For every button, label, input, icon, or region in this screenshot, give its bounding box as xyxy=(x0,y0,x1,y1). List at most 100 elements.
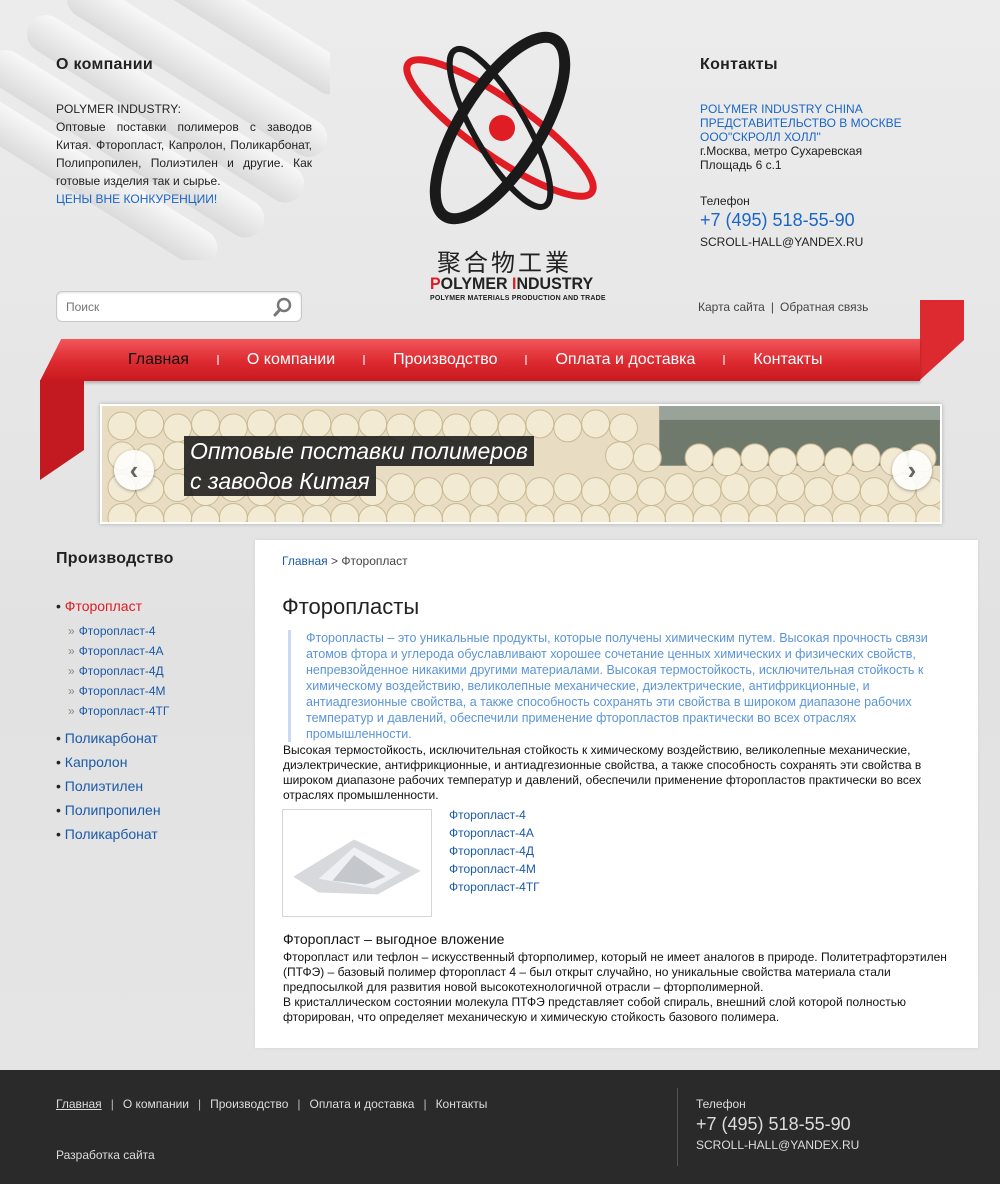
contacts-org-line3: ООО"СКРОЛЛ ХОЛЛ" xyxy=(700,130,821,144)
product-link-item: Фторопласт-4А xyxy=(449,826,540,840)
slider-prev-button[interactable]: ‹ xyxy=(114,450,154,490)
breadcrumb-separator: > xyxy=(331,554,339,568)
submenu-item[interactable]: » Фторопласт-4А xyxy=(68,644,246,658)
top-links-separator: | xyxy=(770,300,774,314)
slider-caption-line2: с заводов Китая xyxy=(184,466,376,496)
about-company: POLYMER INDUSTRY: xyxy=(56,102,181,116)
nav-item-payment-delivery[interactable]: Оплата и доставка xyxy=(527,351,723,369)
sidebar-item-polyethylene[interactable]: • Полиэтилен xyxy=(56,778,246,794)
sidebar-item-kaprolon[interactable]: • Капролон xyxy=(56,754,246,770)
sidebar-item-ftoroplast[interactable]: • Фторопласт xyxy=(56,598,246,614)
contacts-phone[interactable]: +7 (495) 518-55-90 xyxy=(700,210,960,231)
header-about: О компании POLYMER INDUSTRY: Оптовые пос… xyxy=(56,56,312,208)
slider-caption: Оптовые поставки полимеров с заводов Кит… xyxy=(184,436,534,496)
search-icon[interactable] xyxy=(273,297,293,317)
logo-tagline: POLYMER MATERIALS PRODUCTION AND TRADE xyxy=(430,295,606,302)
nav-item-production[interactable]: Производство xyxy=(365,351,525,369)
product-link-item: Фторопласт-4Д xyxy=(449,844,540,858)
sidebar-item-polypropylene[interactable]: • Полипропилен xyxy=(56,802,246,818)
intro-paragraph: Высокая термостойкость, исключительная с… xyxy=(283,743,922,802)
footer-nav-contacts[interactable]: Контакты xyxy=(436,1097,488,1111)
product-link-item: Фторопласт-4ТГ xyxy=(449,880,540,894)
logo-chinese-text: 聚合物工業 xyxy=(437,249,572,277)
contacts-org-line2: ПРЕДСТАВИТЕЛЬСТВО В МОСКВЕ xyxy=(700,116,902,130)
slider-next-button[interactable]: › xyxy=(892,450,932,490)
breadcrumb-home[interactable]: Главная xyxy=(282,554,328,568)
section-subtitle: Фторопласт – выгодное вложение xyxy=(283,931,505,947)
submenu-item[interactable]: » Фторопласт-4М xyxy=(68,684,246,698)
section-paragraph-a: Фторопласт или тефлон – искусственный фт… xyxy=(283,950,947,994)
footer-phone-label: Телефон xyxy=(696,1097,746,1111)
footer: Главная | О компании | Производство | Оплата и… xyxy=(0,1070,1000,1184)
submenu-link[interactable]: Фторопласт-4А xyxy=(79,644,164,658)
contacts-title: Контакты xyxy=(700,56,778,73)
sidebar-item-polycarbonate[interactable]: • Поликарбонат xyxy=(56,730,246,746)
header-contacts: Контакты POLYMER INDUSTRY CHINA ПРЕДСТАВ… xyxy=(700,56,960,249)
submenu-link[interactable]: Фторопласт-4М xyxy=(79,684,166,698)
contacts-address2: Площадь 6 с.1 xyxy=(700,158,782,172)
product-thumbnail[interactable] xyxy=(282,809,432,917)
contacts-org-line1: POLYMER INDUSTRY CHINA xyxy=(700,102,863,116)
product-link[interactable]: Фторопласт-4М xyxy=(449,862,536,876)
sidebar-item-label[interactable]: Капролон xyxy=(65,754,128,770)
contacts-phone-label: Телефон xyxy=(700,194,750,208)
product-link-item: Фторопласт-4М xyxy=(449,862,540,876)
contacts-email[interactable]: SCROLL-HALL@YANDEX.RU xyxy=(700,235,960,249)
submenu-link[interactable]: Фторопласт-4ТГ xyxy=(79,704,170,718)
footer-nav-production[interactable]: Производство xyxy=(210,1097,288,1111)
footer-nav-about[interactable]: О компании xyxy=(123,1097,189,1111)
search-box xyxy=(56,291,302,322)
footer-phone[interactable]: +7 (495) 518-55-90 xyxy=(696,1114,859,1135)
feedback-link[interactable]: Обратная связь xyxy=(780,300,868,314)
breadcrumb-current: Фторопласт xyxy=(341,554,408,568)
sitemap-link[interactable]: Карта сайта xyxy=(698,300,765,314)
submenu-item[interactable]: » Фторопласт-4ТГ xyxy=(68,704,246,718)
footer-nav: Главная | О компании | Производство | Оплата и… xyxy=(56,1097,488,1111)
product-link[interactable]: Фторопласт-4ТГ xyxy=(449,880,540,894)
footer-email[interactable]: SCROLL-HALL@YANDEX.RU xyxy=(696,1138,859,1152)
ribbon-tip xyxy=(40,339,86,381)
sidebar-item-label[interactable]: Поликарбонат xyxy=(65,826,158,842)
footer-nav-home[interactable]: Главная xyxy=(56,1097,102,1111)
section-paragraph-b: В кристаллическом состоянии молекула ПТФ… xyxy=(283,995,906,1024)
product-link-item: Фторопласт-4 xyxy=(449,808,540,822)
nav-item-about[interactable]: О компании xyxy=(219,351,363,369)
sidebar-item-label[interactable]: Фторопласт xyxy=(65,598,142,614)
sidebar-item-label[interactable]: Поликарбонат xyxy=(65,730,158,746)
about-text: Оптовые поставки полимеров с заводов Кит… xyxy=(56,120,312,188)
logo-name: POLYMER INDUSTRY xyxy=(430,274,594,293)
breadcrumb: Главная > Фторопласт xyxy=(282,554,408,568)
product-link[interactable]: Фторопласт-4Д xyxy=(449,844,534,858)
top-links: Карта сайта | Обратная связь xyxy=(698,300,868,314)
sidebar-item-label[interactable]: Полиэтилен xyxy=(65,778,143,794)
main-nav: Главная О компании Производство Оплата и… xyxy=(100,339,851,381)
submenu-link[interactable]: Фторопласт-4Д xyxy=(79,664,164,678)
about-highlight: ЦЕНЫ ВНЕ КОНКУРЕНЦИИ! xyxy=(56,192,218,206)
nav-item-contacts[interactable]: Контакты xyxy=(725,351,850,369)
about-title: О компании xyxy=(56,56,153,73)
contacts-address1: г.Москва, метро Сухаревская xyxy=(700,144,863,158)
hero-slider: Оптовые поставки полимеров с заводов Кит… xyxy=(100,404,942,524)
section-paragraph: Фторопласт или тефлон – искусственный фт… xyxy=(283,950,961,1025)
footer-dev-link[interactable]: Разработка сайта xyxy=(56,1148,155,1162)
sidebar: Производство • Фторопласт » Фторопласт-4 … xyxy=(56,550,246,850)
sidebar-submenu: » Фторопласт-4 » Фторопласт-4А » Фторопласт… xyxy=(68,624,246,718)
slider-caption-line1: Оптовые поставки полимеров xyxy=(184,436,534,466)
submenu-item[interactable]: » Фторопласт-4 xyxy=(68,624,246,638)
product-link[interactable]: Фторопласт-4 xyxy=(449,808,526,822)
content-card: Главная > Фторопласт Фторопласты Фторопл… xyxy=(255,540,978,1048)
sidebar-title: Производство xyxy=(56,550,174,567)
submenu-item[interactable]: » Фторопласт-4Д xyxy=(68,664,246,678)
footer-divider xyxy=(677,1088,678,1166)
intro-quote: Фторопласты – это уникальные продукты, к… xyxy=(288,630,960,742)
page-title: Фторопласты xyxy=(282,594,420,619)
product-link[interactable]: Фторопласт-4А xyxy=(449,826,534,840)
sidebar-item-polycarbonate-2[interactable]: • Поликарбонат xyxy=(56,826,246,842)
sidebar-item-label[interactable]: Полипропилен xyxy=(65,802,161,818)
footer-contacts: Телефон +7 (495) 518-55-90 SCROLL-HALL@Y… xyxy=(696,1097,859,1152)
nav-item-home[interactable]: Главная xyxy=(100,351,217,369)
search-input[interactable] xyxy=(57,292,257,321)
submenu-link[interactable]: Фторопласт-4 xyxy=(79,624,156,638)
sidebar-bullet: • xyxy=(56,598,61,614)
footer-nav-payment[interactable]: Оплата и доставка xyxy=(310,1097,415,1111)
